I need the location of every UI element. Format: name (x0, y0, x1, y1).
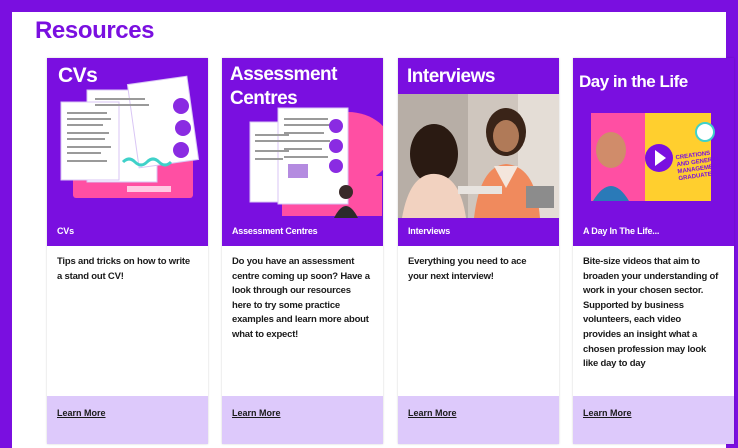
assessment-image-title-line2: Centres (230, 88, 298, 109)
interview-photo (398, 94, 559, 218)
card-name: Assessment Centres (232, 226, 318, 236)
assessment-centres-image: Assessment Centres (222, 58, 383, 218)
learn-more-link[interactable]: Learn More (583, 408, 632, 418)
card-day-in-the-life[interactable]: Day in the Life CREATIONS AND GENERAL MA… (573, 58, 734, 444)
card-description: Do you have an assessment centre coming … (232, 256, 370, 340)
video-thumbnail (591, 113, 715, 201)
cvs-image: CVs (47, 58, 208, 218)
cv-documents-illustration (60, 75, 200, 198)
interviews-image: Interviews (398, 58, 559, 218)
section-title: Resources (35, 17, 155, 44)
card-assessment-centres[interactable]: Assessment Centres Assessment Centres Do… (222, 58, 383, 444)
card-name: CVs (57, 226, 74, 236)
day-in-the-life-image: Day in the Life CREATIONS AND GENERAL MA… (573, 58, 734, 218)
learn-more-link[interactable]: Learn More (57, 408, 106, 418)
assessment-image-title-line1: Assessment (230, 64, 337, 85)
card-interviews[interactable]: Interviews Interviews Everything you nee… (398, 58, 559, 444)
card-name: A Day In The Life... (583, 226, 660, 236)
learn-more-link[interactable]: Learn More (408, 408, 457, 418)
learn-more-link[interactable]: Learn More (232, 408, 281, 418)
card-description: Tips and tricks on how to write a stand … (57, 256, 190, 282)
card-cvs[interactable]: CVs CVs Tips and tricks on how to write … (47, 58, 208, 444)
card-description: Bite-size videos that aim to broaden you… (583, 256, 719, 370)
card-name: Interviews (408, 226, 451, 236)
card-description: Everything you need to ace your next int… (408, 256, 527, 282)
